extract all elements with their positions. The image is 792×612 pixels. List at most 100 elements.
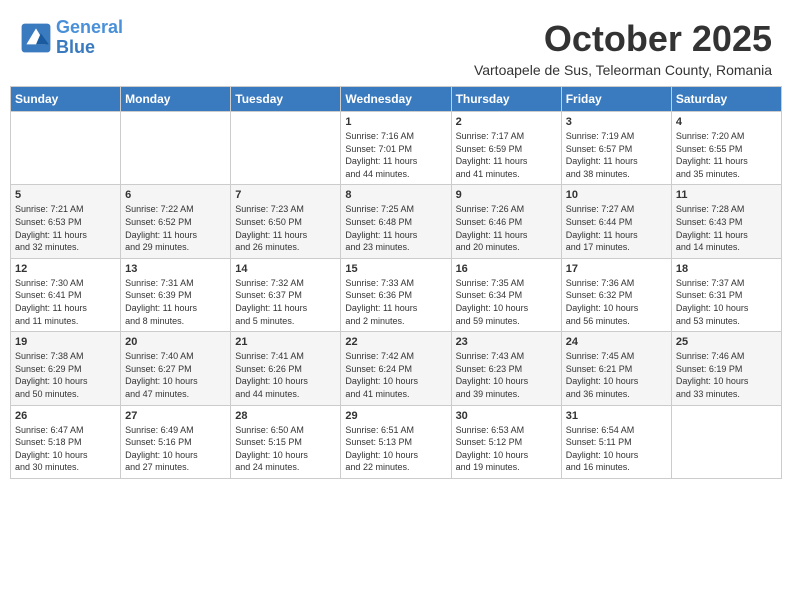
calendar-week-row: 19 Sunrise: 7:38 AMSunset: 6:29 PMDayligh… (11, 332, 782, 405)
weekday-header: Tuesday (231, 87, 341, 112)
day-number: 30 (456, 410, 557, 422)
day-number: 27 (125, 410, 226, 422)
day-info: Sunrise: 7:19 AMSunset: 6:57 PMDaylight:… (566, 130, 667, 180)
day-info: Sunrise: 7:22 AMSunset: 6:52 PMDaylight:… (125, 203, 226, 253)
day-number: 10 (566, 189, 667, 201)
weekday-header: Wednesday (341, 87, 451, 112)
day-number: 28 (235, 410, 336, 422)
day-number: 9 (456, 189, 557, 201)
day-info: Sunrise: 7:33 AMSunset: 6:36 PMDaylight:… (345, 277, 446, 327)
calendar-cell: 10 Sunrise: 7:27 AMSunset: 6:44 PMDayligh… (561, 185, 671, 258)
day-info: Sunrise: 7:45 AMSunset: 6:21 PMDaylight:… (566, 350, 667, 400)
calendar-cell: 19 Sunrise: 7:38 AMSunset: 6:29 PMDayligh… (11, 332, 121, 405)
day-number: 7 (235, 189, 336, 201)
calendar-cell: 27 Sunrise: 6:49 AMSunset: 5:16 PMDayligh… (121, 405, 231, 478)
calendar-cell: 24 Sunrise: 7:45 AMSunset: 6:21 PMDayligh… (561, 332, 671, 405)
weekday-header: Monday (121, 87, 231, 112)
calendar-cell: 21 Sunrise: 7:41 AMSunset: 6:26 PMDayligh… (231, 332, 341, 405)
day-info: Sunrise: 7:38 AMSunset: 6:29 PMDaylight:… (15, 350, 116, 400)
day-info: Sunrise: 6:50 AMSunset: 5:15 PMDaylight:… (235, 424, 336, 474)
calendar-week-row: 1 Sunrise: 7:16 AMSunset: 7:01 PMDaylight… (11, 112, 782, 185)
calendar-cell (121, 112, 231, 185)
day-info: Sunrise: 7:35 AMSunset: 6:34 PMDaylight:… (456, 277, 557, 327)
calendar-cell: 25 Sunrise: 7:46 AMSunset: 6:19 PMDayligh… (671, 332, 781, 405)
day-info: Sunrise: 7:20 AMSunset: 6:55 PMDaylight:… (676, 130, 777, 180)
calendar-cell: 28 Sunrise: 6:50 AMSunset: 5:15 PMDayligh… (231, 405, 341, 478)
day-number: 20 (125, 336, 226, 348)
day-info: Sunrise: 6:53 AMSunset: 5:12 PMDaylight:… (456, 424, 557, 474)
day-info: Sunrise: 6:51 AMSunset: 5:13 PMDaylight:… (345, 424, 446, 474)
calendar-week-row: 5 Sunrise: 7:21 AMSunset: 6:53 PMDaylight… (11, 185, 782, 258)
page-header: General Blue October 2025 Vartoapele de … (10, 10, 782, 82)
day-number: 1 (345, 116, 446, 128)
calendar-header-row: SundayMondayTuesdayWednesdayThursdayFrid… (11, 87, 782, 112)
calendar-table: SundayMondayTuesdayWednesdayThursdayFrid… (10, 86, 782, 479)
calendar-cell: 30 Sunrise: 6:53 AMSunset: 5:12 PMDayligh… (451, 405, 561, 478)
day-info: Sunrise: 7:21 AMSunset: 6:53 PMDaylight:… (15, 203, 116, 253)
calendar-week-row: 12 Sunrise: 7:30 AMSunset: 6:41 PMDayligh… (11, 258, 782, 331)
day-number: 4 (676, 116, 777, 128)
weekday-header: Thursday (451, 87, 561, 112)
day-info: Sunrise: 6:54 AMSunset: 5:11 PMDaylight:… (566, 424, 667, 474)
day-number: 22 (345, 336, 446, 348)
day-number: 6 (125, 189, 226, 201)
day-number: 26 (15, 410, 116, 422)
day-number: 12 (15, 263, 116, 275)
calendar-cell (231, 112, 341, 185)
calendar-cell: 26Sunrise: 6:47 AMSunset: 5:18 PMDayligh… (11, 405, 121, 478)
calendar-cell: 1 Sunrise: 7:16 AMSunset: 7:01 PMDaylight… (341, 112, 451, 185)
calendar-cell: 23Sunrise: 7:43 AMSunset: 6:23 PMDayligh… (451, 332, 561, 405)
day-info: Sunrise: 7:41 AMSunset: 6:26 PMDaylight:… (235, 350, 336, 400)
day-info: Sunrise: 7:23 AMSunset: 6:50 PMDaylight:… (235, 203, 336, 253)
calendar-week-row: 26Sunrise: 6:47 AMSunset: 5:18 PMDayligh… (11, 405, 782, 478)
day-number: 16 (456, 263, 557, 275)
calendar-cell: 16 Sunrise: 7:35 AMSunset: 6:34 PMDayligh… (451, 258, 561, 331)
day-number: 19 (15, 336, 116, 348)
logo: General Blue (20, 18, 123, 58)
logo-text: General Blue (56, 18, 123, 58)
day-number: 24 (566, 336, 667, 348)
day-info: Sunrise: 6:49 AMSunset: 5:16 PMDaylight:… (125, 424, 226, 474)
calendar-cell: 9 Sunrise: 7:26 AMSunset: 6:46 PMDaylight… (451, 185, 561, 258)
day-number: 18 (676, 263, 777, 275)
day-number: 25 (676, 336, 777, 348)
day-info: Sunrise: 7:27 AMSunset: 6:44 PMDaylight:… (566, 203, 667, 253)
location-subtitle: Vartoapele de Sus, Teleorman County, Rom… (474, 62, 772, 78)
weekday-header: Saturday (671, 87, 781, 112)
calendar-cell: 3 Sunrise: 7:19 AMSunset: 6:57 PMDaylight… (561, 112, 671, 185)
day-info: Sunrise: 7:36 AMSunset: 6:32 PMDaylight:… (566, 277, 667, 327)
day-number: 14 (235, 263, 336, 275)
day-info: Sunrise: 7:37 AMSunset: 6:31 PMDaylight:… (676, 277, 777, 327)
day-number: 23 (456, 336, 557, 348)
calendar-cell: 5 Sunrise: 7:21 AMSunset: 6:53 PMDaylight… (11, 185, 121, 258)
day-info: Sunrise: 7:31 AMSunset: 6:39 PMDaylight:… (125, 277, 226, 327)
calendar-cell: 31Sunrise: 6:54 AMSunset: 5:11 PMDayligh… (561, 405, 671, 478)
day-info: Sunrise: 7:16 AMSunset: 7:01 PMDaylight:… (345, 130, 446, 180)
calendar-cell: 2Sunrise: 7:17 AMSunset: 6:59 PMDaylight… (451, 112, 561, 185)
calendar-cell: 8Sunrise: 7:25 AMSunset: 6:48 PMDaylight… (341, 185, 451, 258)
weekday-header: Sunday (11, 87, 121, 112)
calendar-cell: 11 Sunrise: 7:28 AMSunset: 6:43 PMDayligh… (671, 185, 781, 258)
calendar-cell: 20 Sunrise: 7:40 AMSunset: 6:27 PMDayligh… (121, 332, 231, 405)
day-number: 8 (345, 189, 446, 201)
calendar-cell: 12 Sunrise: 7:30 AMSunset: 6:41 PMDayligh… (11, 258, 121, 331)
calendar-cell: 6 Sunrise: 7:22 AMSunset: 6:52 PMDaylight… (121, 185, 231, 258)
day-info: Sunrise: 7:40 AMSunset: 6:27 PMDaylight:… (125, 350, 226, 400)
day-info: Sunrise: 7:26 AMSunset: 6:46 PMDaylight:… (456, 203, 557, 253)
day-number: 17 (566, 263, 667, 275)
calendar-cell (671, 405, 781, 478)
calendar-cell: 29 Sunrise: 6:51 AMSunset: 5:13 PMDayligh… (341, 405, 451, 478)
day-info: Sunrise: 7:46 AMSunset: 6:19 PMDaylight:… (676, 350, 777, 400)
day-number: 5 (15, 189, 116, 201)
logo-icon (20, 22, 52, 54)
day-info: Sunrise: 7:30 AMSunset: 6:41 PMDaylight:… (15, 277, 116, 327)
calendar-cell: 7 Sunrise: 7:23 AMSunset: 6:50 PMDaylight… (231, 185, 341, 258)
calendar-cell: 14Sunrise: 7:32 AMSunset: 6:37 PMDayligh… (231, 258, 341, 331)
day-info: Sunrise: 7:17 AMSunset: 6:59 PMDaylight:… (456, 130, 557, 180)
day-number: 15 (345, 263, 446, 275)
day-number: 29 (345, 410, 446, 422)
day-number: 21 (235, 336, 336, 348)
day-number: 3 (566, 116, 667, 128)
day-info: Sunrise: 7:28 AMSunset: 6:43 PMDaylight:… (676, 203, 777, 253)
day-number: 11 (676, 189, 777, 201)
